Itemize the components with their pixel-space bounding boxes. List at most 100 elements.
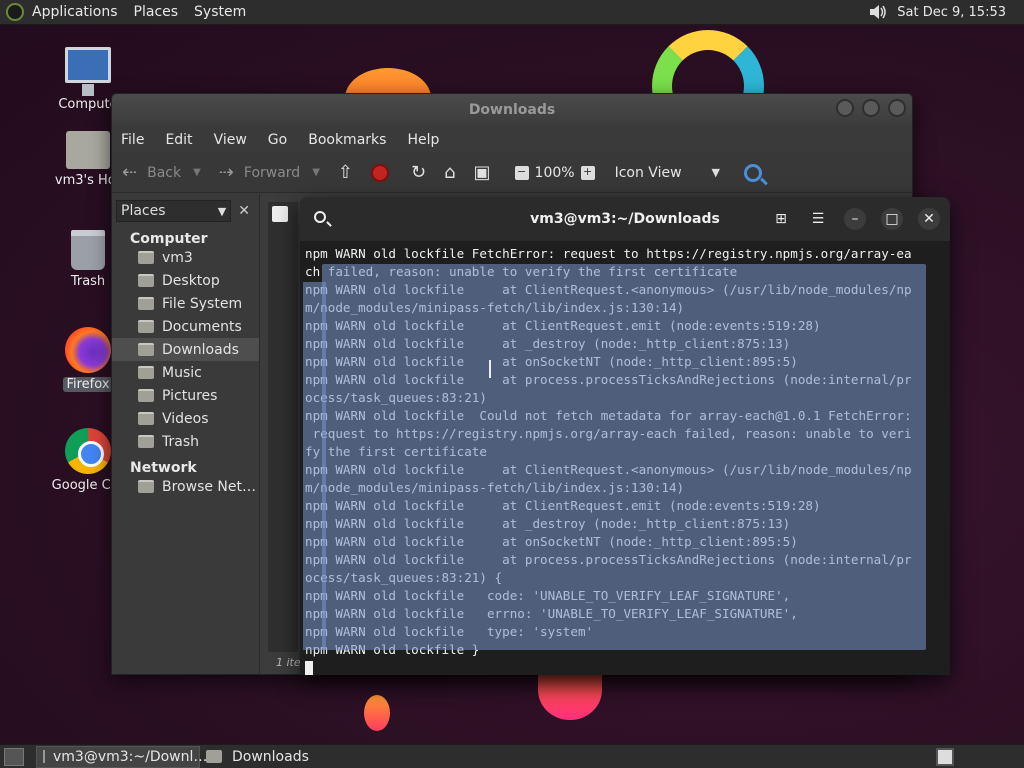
sidebar-item-label: Music — [162, 364, 202, 381]
toolbar: ⇠ Back ▼ ⇢ Forward ▼ ⇧ ↻ ⌂ ▣ − 100% + Ic… — [112, 153, 912, 193]
sidebar-item-videos[interactable]: Videos — [112, 407, 259, 430]
maximize-button[interactable]: □ — [881, 208, 903, 230]
terminal-line: npm WARN old lockfile FetchError: reques… — [305, 246, 912, 261]
stop-icon[interactable] — [371, 163, 389, 182]
taskbar-item-downloads[interactable]: Downloads — [200, 746, 315, 768]
chevron-down-icon[interactable]: ▼ — [193, 167, 201, 178]
home-icon[interactable]: ⌂ — [444, 162, 455, 183]
distro-logo-icon — [6, 3, 24, 21]
folder-icon — [138, 412, 154, 425]
forward-button[interactable]: ⇢ Forward ▼ — [219, 162, 320, 183]
sidebar-item-browse-network[interactable]: Browse Net… — [112, 475, 259, 498]
desktop-folder-icon — [138, 274, 154, 287]
view-mode-select[interactable]: Icon View ▼ — [615, 165, 720, 181]
clock[interactable]: Sat Dec 9, 15:53 — [897, 5, 1006, 20]
home-folder-icon — [66, 131, 110, 169]
menu-places[interactable]: Places — [134, 4, 179, 20]
file-manager-titlebar[interactable]: Downloads — [112, 94, 912, 126]
sidebar-item-vm3[interactable]: vm3 — [112, 246, 259, 269]
volume-icon[interactable] — [869, 4, 887, 20]
ibeam-cursor-icon — [489, 360, 491, 378]
folder-icon — [206, 750, 222, 763]
taskbar-item-label: vm3@vm3:~/Downl… — [53, 748, 208, 765]
top-panel: Applications Places System Sat Dec 9, 15… — [0, 0, 1024, 25]
sidebar-selector-label: Places — [121, 203, 166, 219]
back-button[interactable]: ⇠ Back ▼ — [122, 162, 201, 183]
trash-icon — [71, 230, 105, 270]
zoom-out-icon[interactable]: − — [514, 165, 529, 180]
sidebar-item-label: Trash — [162, 433, 199, 450]
sidebar: Places ▼ ✕ Computer vm3 Desktop File Sys… — [112, 194, 260, 674]
sidebar-heading-network: Network — [130, 460, 197, 476]
desktop-icon-label: Firefox — [63, 377, 113, 392]
zoom-in-icon[interactable]: + — [580, 165, 595, 180]
show-desktop-icon[interactable] — [4, 747, 24, 766]
chevron-down-icon[interactable]: ▼ — [312, 167, 320, 178]
sidebar-item-label: Videos — [162, 410, 209, 427]
menu-help[interactable]: Help — [407, 132, 439, 148]
sidebar-heading-computer: Computer — [130, 231, 208, 247]
text-selection-highlight — [322, 264, 926, 650]
network-icon — [138, 480, 154, 493]
drive-icon — [138, 297, 154, 310]
home-folder-icon — [138, 251, 154, 264]
menu-view[interactable]: View — [214, 132, 247, 148]
menu-bookmarks[interactable]: Bookmarks — [308, 132, 386, 148]
computer-icon[interactable]: ▣ — [474, 162, 491, 183]
hamburger-menu-icon[interactable]: ☰ — [807, 208, 829, 230]
window-title: Downloads — [468, 102, 556, 118]
menu-go[interactable]: Go — [268, 132, 287, 148]
sidebar-item-music[interactable]: Music — [112, 361, 259, 384]
minimize-button[interactable]: – — [844, 208, 866, 230]
edit-location-icon[interactable] — [272, 206, 288, 222]
bottom-panel: vm3@vm3:~/Downl… Downloads — [0, 744, 1024, 768]
close-button[interactable] — [888, 99, 906, 117]
search-icon[interactable] — [743, 163, 762, 182]
status-bar-text: 1 ite — [276, 656, 301, 669]
sidebar-item-file-system[interactable]: File System — [112, 292, 259, 315]
sidebar-item-label: Desktop — [162, 272, 220, 289]
sidebar-item-label: File System — [162, 295, 243, 312]
close-icon[interactable]: ✕ — [233, 203, 255, 219]
close-button[interactable]: ✕ — [918, 208, 940, 230]
chevron-down-icon: ▼ — [217, 204, 227, 218]
sidebar-item-pictures[interactable]: Pictures — [112, 384, 259, 407]
minimize-button[interactable] — [836, 99, 854, 117]
menu-applications[interactable]: Applications — [32, 4, 118, 20]
menu-edit[interactable]: Edit — [165, 132, 192, 148]
folder-icon — [138, 389, 154, 402]
workspace-switcher[interactable] — [936, 747, 954, 766]
forward-label: Forward — [243, 164, 301, 181]
folder-icon — [138, 343, 154, 356]
terminal-prompt-line — [305, 659, 950, 675]
sidebar-item-label: Browse Net… — [162, 478, 257, 495]
menubar: File Edit View Go Bookmarks Help — [112, 126, 912, 153]
chrome-icon — [65, 428, 111, 474]
sidebar-item-label: vm3 — [162, 249, 193, 266]
sidebar-item-trash[interactable]: Trash — [112, 430, 259, 453]
back-label: Back — [147, 164, 182, 181]
terminal-headerbar[interactable]: vm3@vm3:~/Downloads ⊞ ☰ – □ ✕ — [300, 197, 950, 241]
sidebar-item-label: Documents — [162, 318, 242, 335]
menu-system[interactable]: System — [194, 4, 246, 20]
back-arrow-icon: ⇠ — [122, 162, 138, 183]
sidebar-selector[interactable]: Places ▼ — [116, 200, 232, 222]
sidebar-item-label: Downloads — [162, 341, 239, 358]
taskbar-item-terminal[interactable]: vm3@vm3:~/Downl… — [36, 745, 207, 768]
up-arrow-icon[interactable]: ⇧ — [338, 162, 353, 183]
zoom-level: 100% — [534, 164, 575, 181]
text-selection-highlight — [303, 282, 326, 650]
new-tab-icon[interactable]: ⊞ — [770, 208, 792, 230]
sidebar-item-desktop[interactable]: Desktop — [112, 269, 259, 292]
sidebar-item-documents[interactable]: Documents — [112, 315, 259, 338]
zoom-control: − 100% + — [509, 165, 601, 181]
location-pane — [268, 202, 298, 652]
menu-file[interactable]: File — [121, 132, 144, 148]
forward-arrow-icon: ⇢ — [218, 162, 234, 183]
maximize-button[interactable] — [862, 99, 880, 117]
sidebar-item-label: Pictures — [162, 387, 218, 404]
trash-icon — [138, 435, 154, 448]
computer-icon — [65, 47, 111, 96]
reload-icon[interactable]: ↻ — [411, 162, 426, 183]
sidebar-item-downloads[interactable]: Downloads — [112, 338, 259, 361]
